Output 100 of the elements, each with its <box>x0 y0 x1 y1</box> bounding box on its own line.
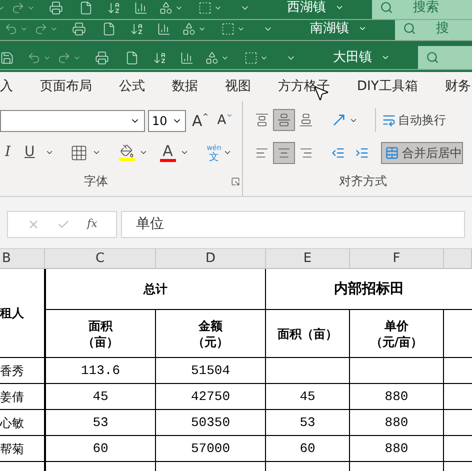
table-cell: 50350 <box>156 410 266 436</box>
table-cell: 60 <box>45 436 156 462</box>
wrap-text-button[interactable]: 自动换行 <box>382 111 446 129</box>
sort-icon[interactable] <box>130 22 144 36</box>
table-cell: 42750 <box>156 384 266 410</box>
font-color-button[interactable]: A <box>160 143 176 162</box>
vertical-align-icon <box>299 113 313 127</box>
caret-icon[interactable] <box>44 148 54 157</box>
header-text: 面积 <box>88 318 112 334</box>
print-preview-icon[interactable] <box>49 0 63 14</box>
table-cell: 880 <box>350 436 444 462</box>
sort-icon[interactable] <box>107 0 121 14</box>
page-icon[interactable] <box>79 0 93 14</box>
caret-icon[interactable] <box>180 148 189 157</box>
table-cell: 租人 <box>0 269 45 358</box>
table-cell: 总计 <box>45 269 266 310</box>
header-text: （亩） <box>82 334 118 350</box>
redo-icon[interactable] <box>57 50 71 64</box>
table-cell: 880 <box>350 410 444 436</box>
merge-center-button[interactable]: 合并后居中 <box>381 142 463 164</box>
page-icon[interactable] <box>102 22 116 36</box>
vertical-align-button[interactable] <box>273 109 295 131</box>
font-name-field[interactable] <box>0 110 145 132</box>
redo-icon[interactable] <box>34 22 48 36</box>
column-header[interactable]: C <box>45 249 156 268</box>
font-size-field[interactable]: 10 <box>148 110 186 132</box>
ribbon-tab[interactable]: 视图 <box>225 76 251 96</box>
chart-icon[interactable] <box>157 22 171 36</box>
shapes-icon[interactable] <box>159 0 173 14</box>
caret-icon[interactable] <box>138 148 148 157</box>
text-box-icon[interactable] <box>198 0 212 14</box>
shapes-icon[interactable] <box>205 50 219 64</box>
caret-icon <box>226 112 234 120</box>
header-text: 金额 <box>198 318 222 334</box>
ribbon-tab[interactable]: 公式 <box>119 76 145 96</box>
decrease-indent-icon[interactable] <box>331 146 345 160</box>
table-cell: 53 <box>45 410 156 436</box>
column-header[interactable]: F <box>350 249 444 268</box>
chart-icon[interactable] <box>180 50 194 64</box>
header-text: （元） <box>192 334 228 350</box>
sort-icon[interactable] <box>153 50 167 64</box>
page-icon[interactable] <box>125 50 139 64</box>
window-title: 西湖镇 <box>287 0 327 15</box>
table-cell: 60 <box>266 436 350 462</box>
redo-icon[interactable] <box>11 0 25 14</box>
text-box-icon[interactable] <box>221 22 235 36</box>
header-text: （元/亩） <box>370 334 423 350</box>
borders-icon[interactable] <box>70 144 88 162</box>
print-preview-icon[interactable] <box>72 22 86 36</box>
header-text: 单价 <box>384 318 408 334</box>
table-cell: 香秀 <box>0 358 45 384</box>
increase-indent-icon[interactable] <box>355 146 369 160</box>
text-box-icon[interactable] <box>244 50 258 64</box>
wrap-text-icon <box>382 113 396 127</box>
shapes-icon[interactable] <box>182 22 196 36</box>
table-cell: 113.6 <box>45 358 156 384</box>
fill-color-icon[interactable] <box>118 144 135 161</box>
caret-icon[interactable] <box>381 53 390 62</box>
insert-function-button[interactable]: fx <box>87 216 98 233</box>
ribbon-tab[interactable]: 数据 <box>172 76 198 96</box>
dialog-launcher-icon[interactable] <box>231 176 240 186</box>
grow-font-button[interactable]: A <box>192 110 210 132</box>
undo-icon[interactable] <box>4 22 18 36</box>
header-text: 面积（亩） <box>278 326 338 342</box>
horizontal-align-button[interactable] <box>273 142 295 164</box>
ribbon-tab[interactable]: 财务 <box>444 76 471 96</box>
column-header[interactable]: B <box>0 249 45 268</box>
ribbon-tab[interactable]: DIY工具箱 <box>357 76 418 96</box>
search-icon <box>403 22 416 35</box>
caret-up-icon <box>202 110 210 118</box>
vertical-align-icon <box>255 113 269 127</box>
table-cell: 姜倩 <box>0 384 45 410</box>
ribbon-tab[interactable]: 页面布局 <box>40 76 92 96</box>
caret-icon[interactable] <box>335 3 344 12</box>
shrink-font-button[interactable]: A <box>217 111 234 131</box>
caret-icon[interactable] <box>358 24 367 33</box>
table-cell: 51504 <box>156 358 266 384</box>
column-header[interactable]: D <box>156 249 266 268</box>
chart-icon[interactable] <box>134 0 148 14</box>
column-header[interactable]: E <box>266 249 350 268</box>
horizontal-align-icon <box>299 146 313 160</box>
save-icon[interactable] <box>0 50 14 64</box>
italic-button[interactable]: I <box>5 142 11 163</box>
table-cell: 53 <box>266 410 350 436</box>
underline-button[interactable]: U <box>24 142 35 163</box>
search-icon <box>380 1 393 14</box>
undo-icon[interactable] <box>27 50 41 64</box>
formula-input[interactable]: 单位 <box>121 211 465 238</box>
table-cell: 45 <box>45 384 156 410</box>
caret-icon[interactable] <box>223 148 232 157</box>
search-icon <box>426 51 439 64</box>
table-cell: 帮菊 <box>0 436 45 462</box>
caret-icon[interactable] <box>92 148 101 157</box>
horizontal-align-icon <box>255 146 269 160</box>
table-cell: 880 <box>350 384 444 410</box>
print-preview-icon[interactable] <box>95 50 109 64</box>
merge-cells-icon <box>385 146 399 160</box>
ribbon-tab[interactable]: 入 <box>0 76 13 96</box>
table-cell: 57000 <box>156 436 266 462</box>
window-title: 南湖镇 <box>310 21 350 36</box>
